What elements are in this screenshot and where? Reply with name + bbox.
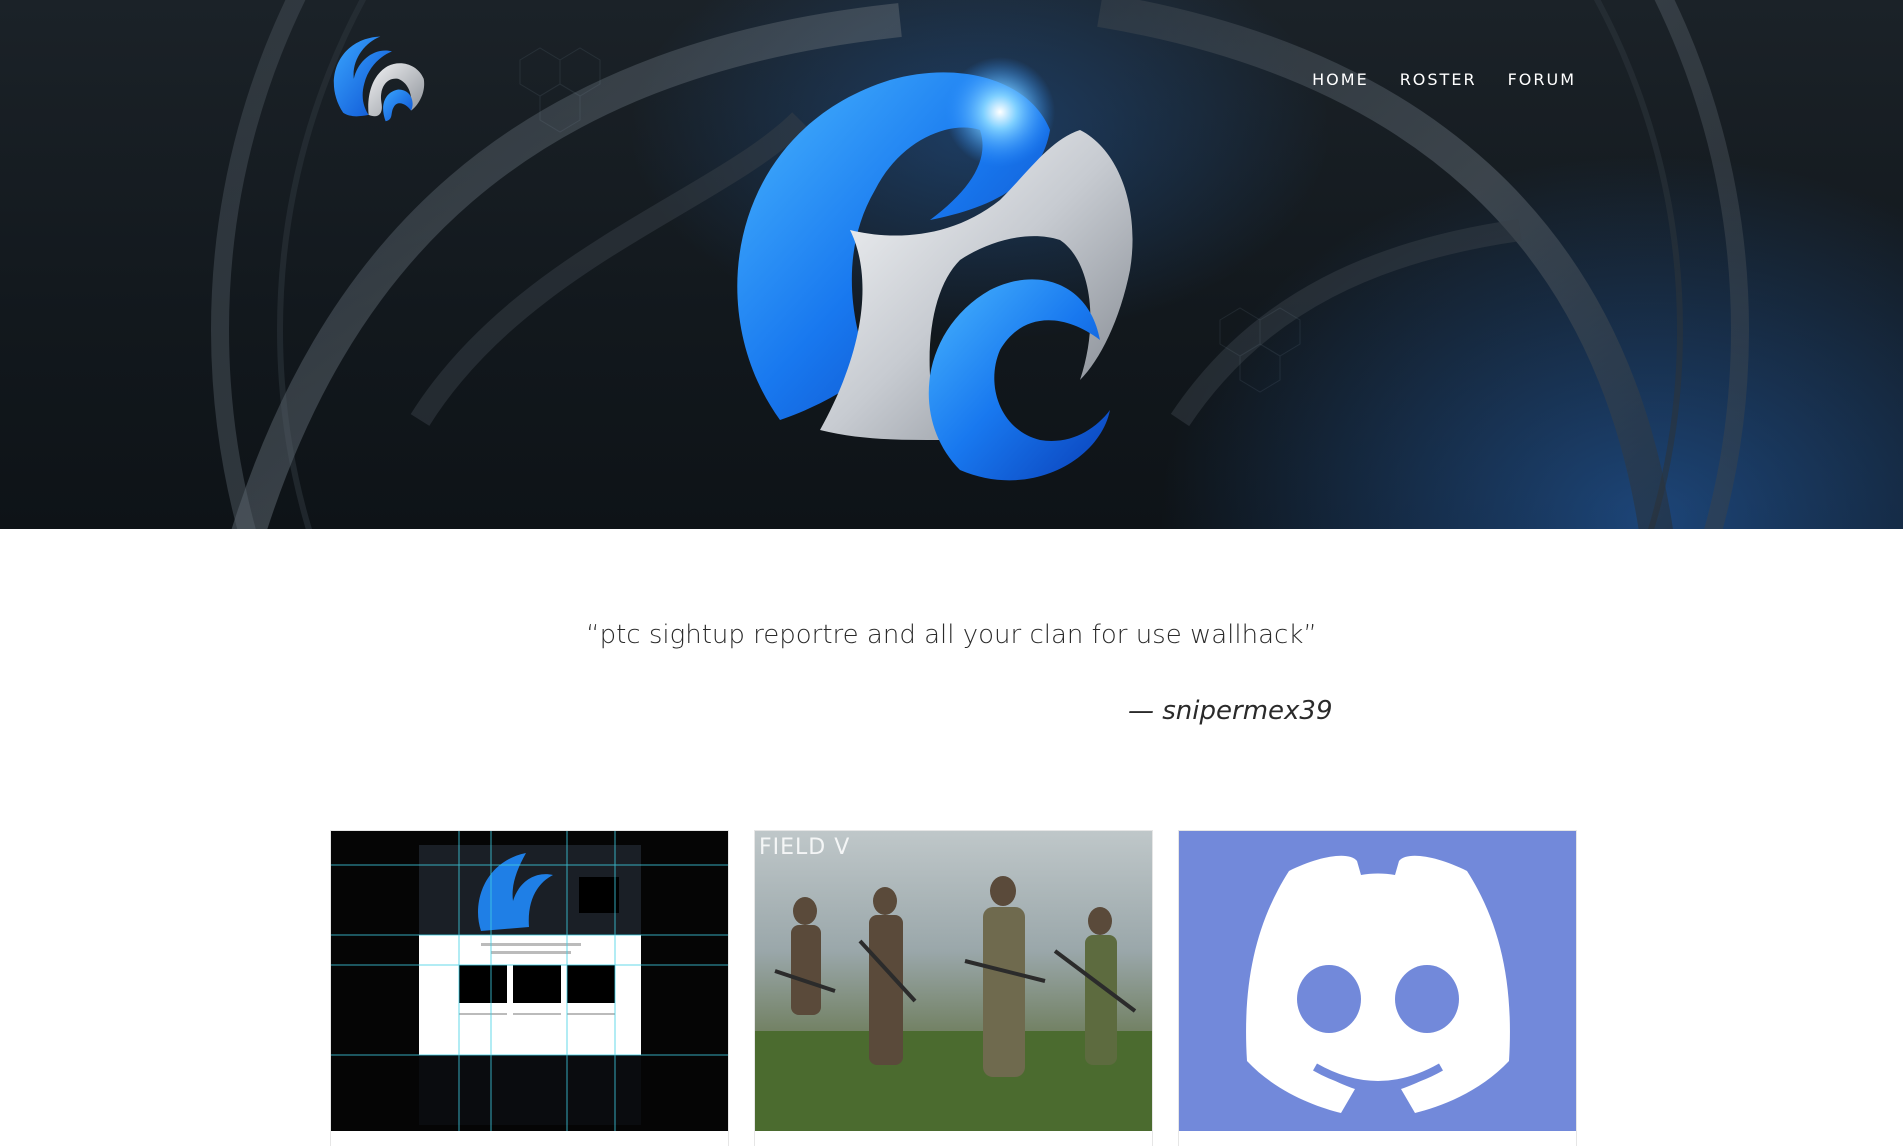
website-mockup-thumbnail	[331, 831, 728, 1131]
website-mockup-image	[331, 831, 728, 1131]
card-website[interactable]	[330, 830, 729, 1146]
site-logo[interactable]	[322, 28, 428, 134]
battlefield-title-fragment: FIELD V	[759, 835, 851, 860]
card-row: FIELD V	[330, 830, 1577, 1146]
testimonial-quote: “ptc sightup reportre and all your clan …	[586, 620, 1317, 650]
battlefield-image	[755, 876, 1152, 1131]
nav-home[interactable]: HOME	[1312, 70, 1369, 89]
card-discord[interactable]	[1178, 830, 1577, 1146]
battlefield-thumbnail: FIELD V	[755, 831, 1152, 1131]
nav-roster[interactable]: ROSTER	[1400, 70, 1477, 89]
hero-banner: HOME ROSTER FORUM	[0, 0, 1903, 529]
discord-logo-icon	[1246, 855, 1510, 1113]
main-nav: HOME ROSTER FORUM	[1312, 70, 1576, 89]
testimonial-author: — snipermex39	[1128, 696, 1333, 726]
hero-logo	[737, 57, 1133, 481]
discord-thumbnail	[1179, 831, 1576, 1131]
nav-forum[interactable]: FORUM	[1508, 70, 1576, 89]
card-battlefield[interactable]: FIELD V	[754, 830, 1153, 1146]
